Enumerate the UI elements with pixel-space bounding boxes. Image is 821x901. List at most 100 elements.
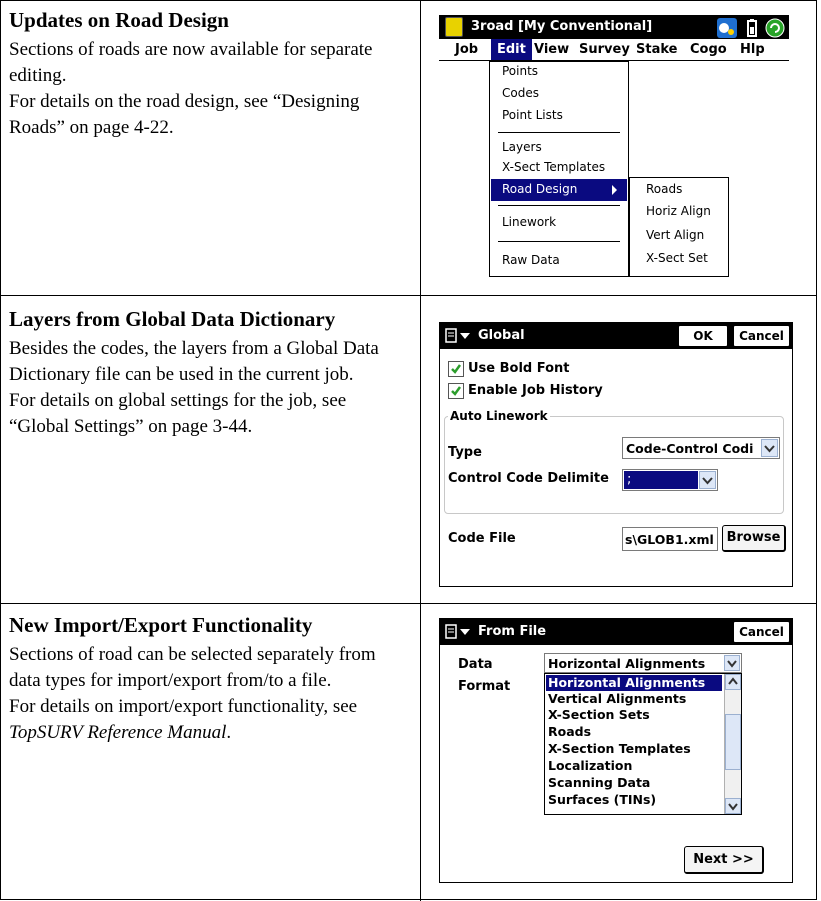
- column-divider: [420, 1, 421, 295]
- code-file-label: Code File: [448, 531, 516, 546]
- window-title: 3road [My Conventional]: [471, 19, 653, 34]
- next-button[interactable]: Next >>: [684, 846, 764, 874]
- menu-survey[interactable]: Survey: [579, 42, 630, 57]
- section-body: For details on the road design, see “Des…: [9, 91, 360, 138]
- section-body: Besides the codes, the layers from a Glo…: [9, 338, 379, 385]
- section-title: Layers from Global Data Dictionary: [9, 307, 336, 331]
- data-select-value: Horizontal Alignments: [548, 656, 706, 671]
- submenu-item-xsect-set[interactable]: X-Sect Set: [646, 251, 708, 265]
- screen-from-file: From File Cancel Data Horizontal Alignme…: [439, 618, 793, 883]
- use-bold-font-checkbox[interactable]: [448, 361, 464, 377]
- list-scrollbar[interactable]: [724, 674, 741, 814]
- column-divider: [420, 296, 421, 603]
- submenu-item-vert-align[interactable]: Vert Align: [646, 228, 704, 242]
- menu-item-point-lists[interactable]: Point Lists: [502, 108, 563, 122]
- road-design-submenu: Roads Horiz Align Vert Align X-Sect Set: [629, 177, 729, 277]
- row-road-design: Updates on Road Design Sections of roads…: [1, 1, 817, 296]
- submenu-item-roads[interactable]: Roads: [646, 182, 682, 196]
- text-cell: Layers from Global Data Dictionary Besid…: [9, 306, 409, 440]
- list-item[interactable]: X-Section Templates: [548, 741, 691, 757]
- menu-separator: [498, 132, 620, 133]
- auto-linework-group: [444, 416, 784, 514]
- menu-separator: [498, 205, 620, 206]
- menu-item-codes[interactable]: Codes: [502, 86, 539, 100]
- submenu-arrow-icon: [612, 185, 617, 195]
- code-file-input[interactable]: s\GLOB1.xml: [622, 527, 718, 551]
- menu-stake[interactable]: Stake: [636, 42, 677, 57]
- cancel-button[interactable]: Cancel: [733, 325, 790, 347]
- scroll-down-icon[interactable]: [725, 798, 741, 814]
- next-button-label: Next >>: [693, 852, 754, 867]
- menu-cogo[interactable]: Cogo: [690, 42, 727, 57]
- cancel-button[interactable]: Cancel: [733, 621, 790, 643]
- document-table: Updates on Road Design Sections of roads…: [0, 0, 817, 901]
- list-item[interactable]: Localization: [548, 758, 632, 774]
- menu-item-raw-data[interactable]: Raw Data: [502, 253, 560, 267]
- section-title: Updates on Road Design: [9, 8, 229, 32]
- menu-item-xsect-templates[interactable]: X-Sect Templates: [502, 160, 605, 174]
- window-titlebar: 3road [My Conventional]: [439, 15, 789, 39]
- window-titlebar: Global OK Cancel: [440, 323, 792, 349]
- bluetooth-icon: [717, 18, 737, 38]
- use-bold-font-label: Use Bold Font: [468, 361, 570, 376]
- data-select[interactable]: Horizontal Alignments: [544, 653, 742, 673]
- window-title: Global: [478, 328, 525, 343]
- enable-job-history-label: Enable Job History: [468, 383, 603, 398]
- manual-title: TopSURV Reference Manual: [9, 722, 227, 743]
- section-title: New Import/Export Functionality: [9, 613, 313, 637]
- start-menu-icon[interactable]: [444, 327, 474, 345]
- menu-separator: [498, 241, 620, 242]
- delimiter-selected: [624, 471, 698, 489]
- chevron-down-icon: [724, 655, 740, 671]
- chevron-down-icon: [761, 439, 778, 457]
- menu-job[interactable]: Job: [455, 42, 478, 57]
- code-file-value: s\GLOB1.xml: [625, 532, 714, 547]
- menu-item-layers[interactable]: Layers: [502, 140, 542, 154]
- screen-global: Global OK Cancel Use Bold Font Enable Jo…: [439, 322, 793, 587]
- screen-road-design: 3road [My Conventional] Job Edit View Su…: [439, 15, 789, 277]
- data-label: Data: [458, 657, 493, 672]
- menu-help[interactable]: Hlp: [740, 42, 765, 57]
- text-cell: Updates on Road Design Sections of roads…: [9, 7, 409, 141]
- battery-icon: [742, 18, 762, 38]
- scroll-thumb[interactable]: [725, 714, 741, 770]
- list-item[interactable]: Vertical Alignments: [548, 691, 686, 707]
- edit-dropdown: Points Codes Point Lists Layers X-Sect T…: [489, 61, 629, 277]
- section-body: Sections of road can be selected separat…: [9, 644, 376, 691]
- start-menu-icon[interactable]: [444, 623, 474, 641]
- list-item[interactable]: Scanning Data: [548, 775, 650, 791]
- control-code-delimiter-label: Control Code Delimite: [448, 471, 609, 486]
- menu-item-road-design[interactable]: Road Design: [491, 179, 627, 201]
- window-title: From File: [478, 624, 547, 639]
- text-cell: New Import/Export Functionality Sections…: [9, 612, 409, 746]
- auto-linework-label: Auto Linework: [448, 409, 550, 423]
- chevron-down-icon: [699, 471, 716, 489]
- submenu-item-horiz-align[interactable]: Horiz Align: [646, 204, 711, 218]
- menu-item-points[interactable]: Points: [502, 64, 538, 78]
- menu-view[interactable]: View: [534, 42, 569, 57]
- list-item[interactable]: X-Section Sets: [548, 707, 650, 723]
- list-item-selected[interactable]: Horizontal Alignments: [546, 675, 722, 691]
- app-icon: [445, 17, 463, 37]
- menubar: Job Edit View Survey Stake Cogo Hlp: [439, 39, 789, 61]
- browse-button[interactable]: Browse: [722, 525, 786, 552]
- type-select[interactable]: Code-Control Codi: [622, 437, 780, 459]
- row-global-settings: Layers from Global Data Dictionary Besid…: [1, 296, 817, 604]
- type-label: Type: [448, 445, 482, 460]
- type-select-value: Code-Control Codi: [626, 441, 754, 456]
- list-item[interactable]: Surfaces (TINs): [548, 792, 656, 808]
- data-dropdown-list: Horizontal Alignments Vertical Alignment…: [544, 673, 742, 815]
- column-divider: [420, 604, 421, 901]
- section-body: For details on import/export functionali…: [9, 694, 409, 746]
- control-code-delimiter-select[interactable]: ;: [622, 469, 718, 491]
- enable-job-history-checkbox[interactable]: [448, 383, 464, 399]
- sync-icon: [765, 18, 785, 38]
- section-body: Sections of roads are now available for …: [9, 39, 373, 86]
- menu-item-linework[interactable]: Linework: [502, 215, 556, 229]
- format-label: Format: [458, 679, 511, 694]
- row-import-export: New Import/Export Functionality Sections…: [1, 604, 817, 901]
- menu-edit[interactable]: Edit: [491, 39, 532, 60]
- ok-button[interactable]: OK: [678, 325, 728, 347]
- list-item[interactable]: Roads: [548, 724, 591, 740]
- scroll-up-icon[interactable]: [725, 674, 741, 690]
